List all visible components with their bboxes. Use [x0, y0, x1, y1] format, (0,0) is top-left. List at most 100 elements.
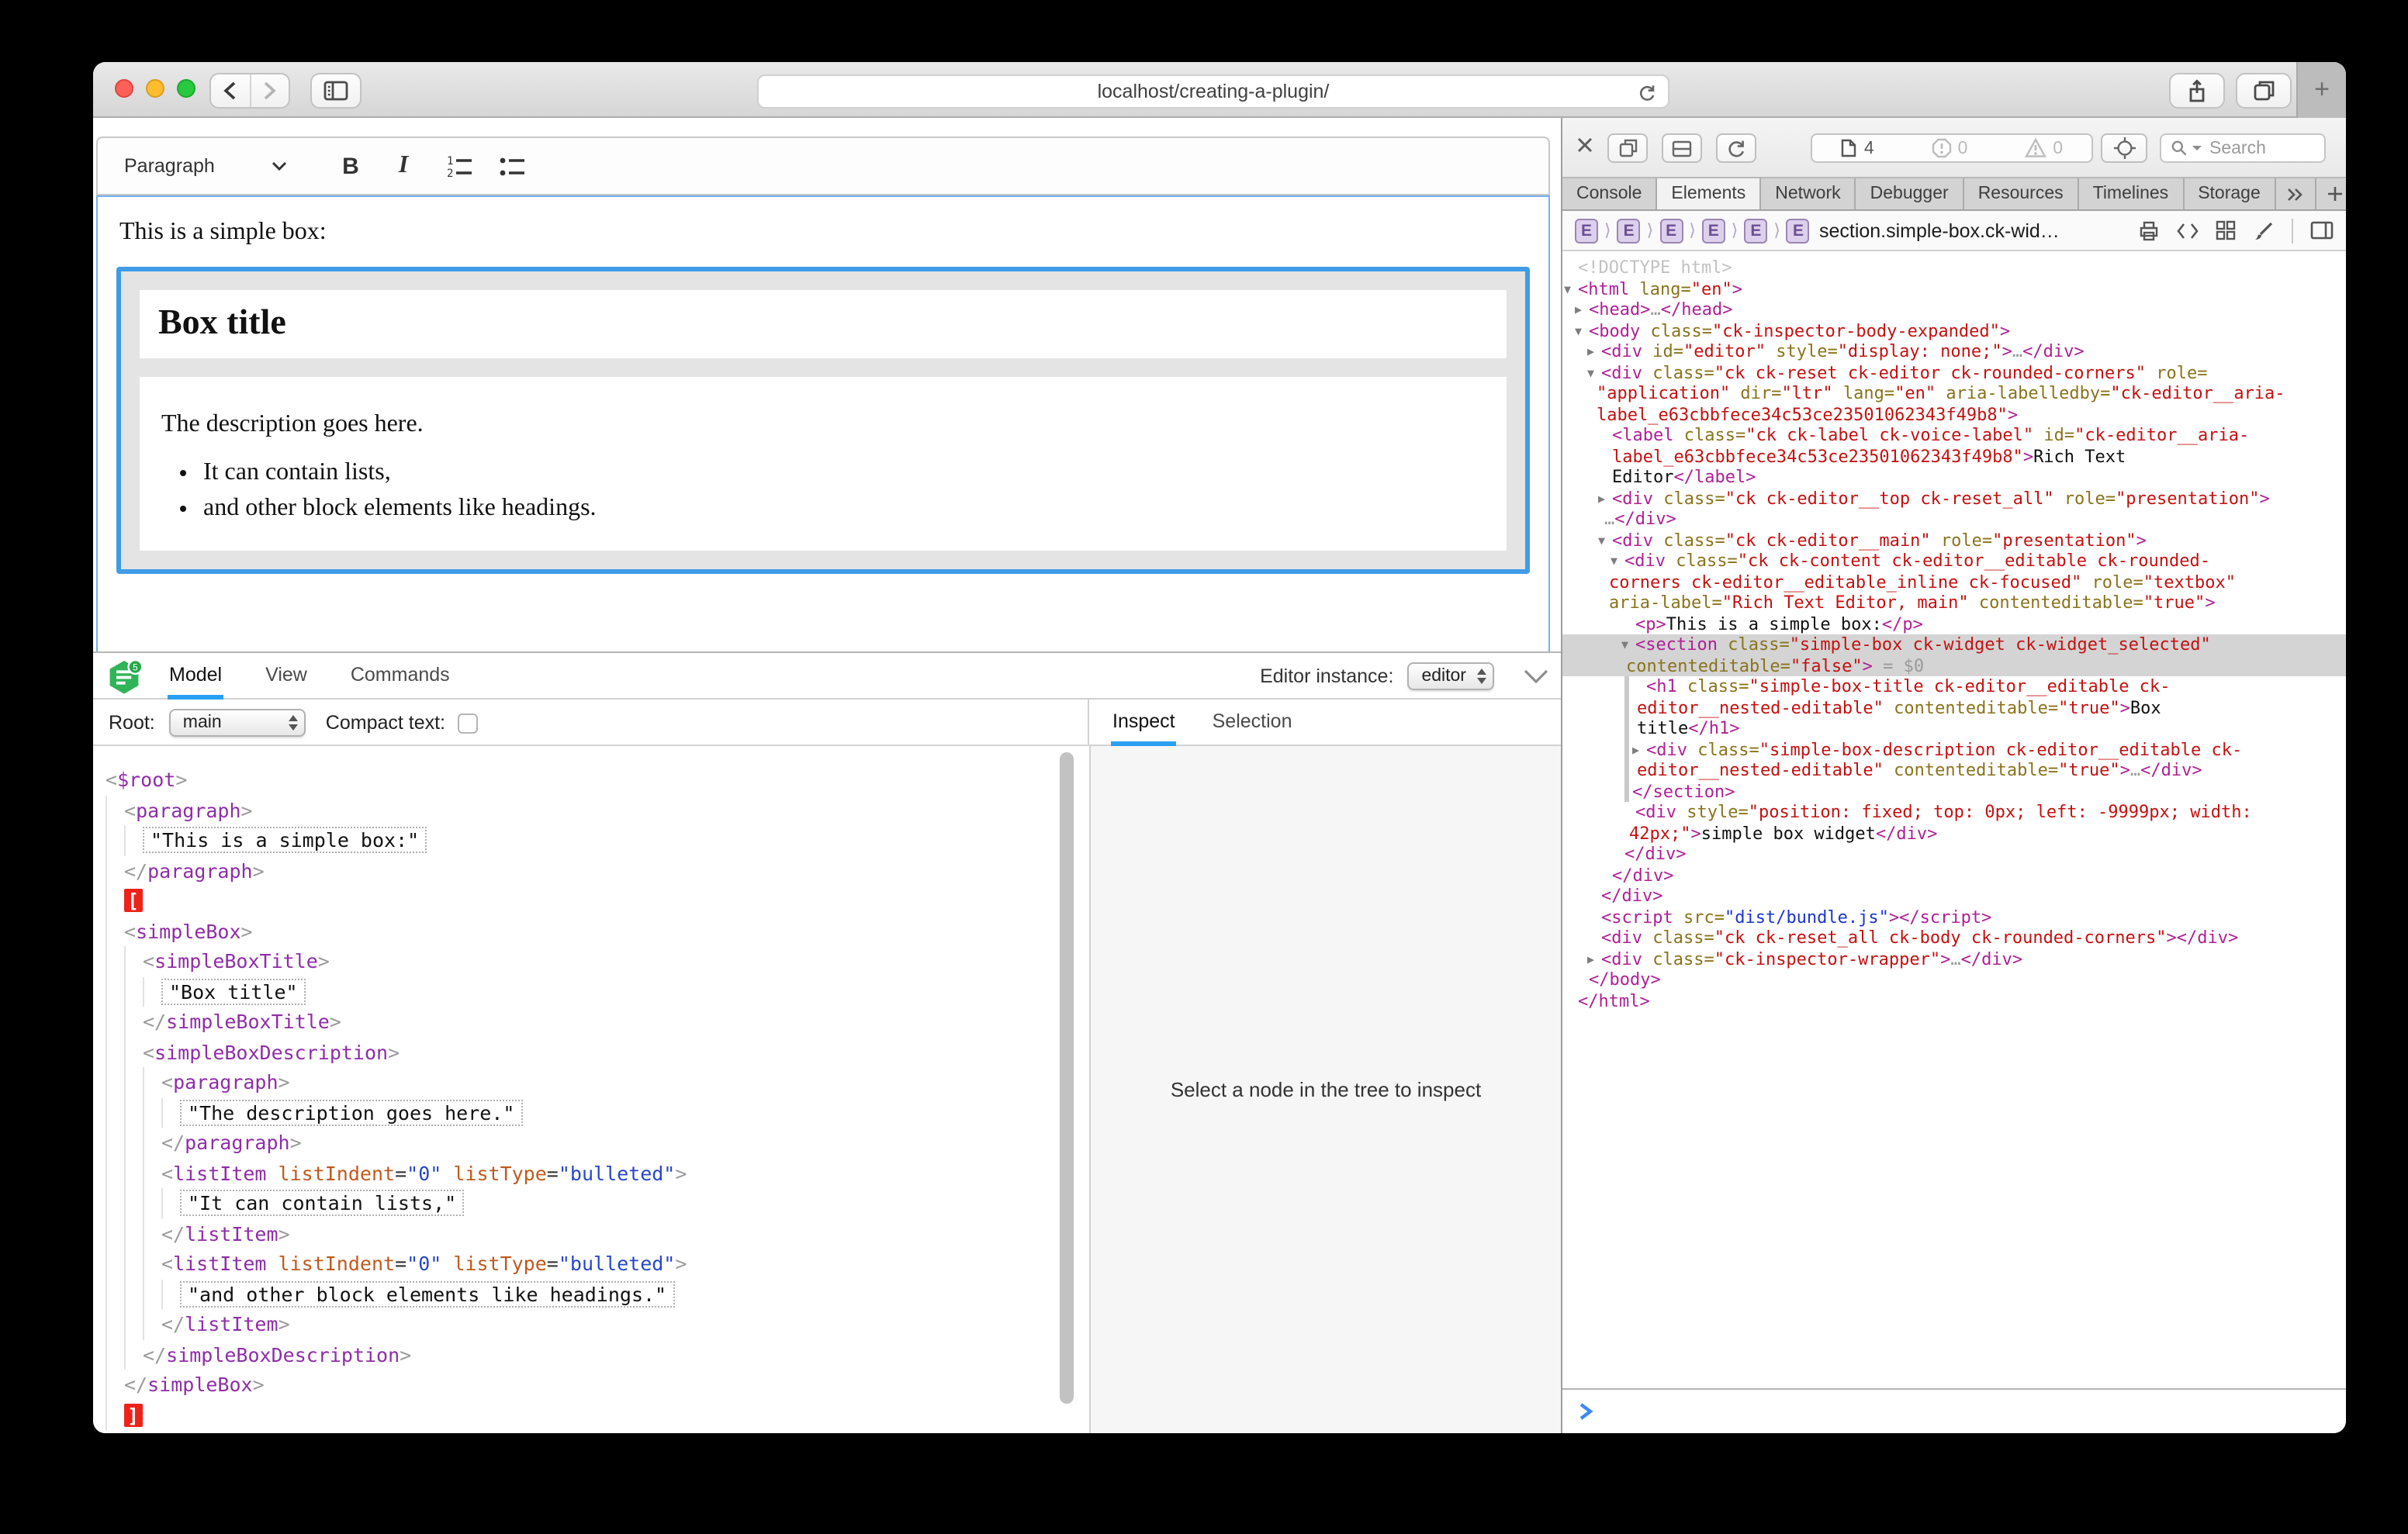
- model-tree-line[interactable]: <simpleBoxTitle>: [106, 946, 1089, 976]
- duplicate-button[interactable]: [1607, 133, 1648, 163]
- code-line[interactable]: title</h1>: [1562, 718, 2346, 739]
- model-tree-line[interactable]: </listItem>: [106, 1309, 1089, 1339]
- model-tree-line[interactable]: </paragraph>: [106, 855, 1089, 886]
- collapse-chevron-icon[interactable]: [1524, 669, 1548, 684]
- source-code-icon[interactable]: [2177, 221, 2199, 240]
- code-line[interactable]: <p>This is a simple box:</p>: [1562, 613, 2346, 634]
- devtools-tab-timelines[interactable]: Timelines: [2079, 178, 2185, 209]
- description-paragraph[interactable]: The description goes here.: [161, 411, 1485, 439]
- model-tree-line[interactable]: </simpleBoxTitle>: [106, 1007, 1089, 1037]
- code-line[interactable]: <script src="dist/bundle.js"></script>: [1562, 907, 2346, 928]
- model-tree-line[interactable]: "It can contain lists,": [106, 1188, 1089, 1218]
- model-tree-line[interactable]: <paragraph>: [106, 795, 1089, 825]
- add-tab-button[interactable]: [2316, 178, 2346, 209]
- code-line[interactable]: aria-label="Rich Text Editor, main" cont…: [1562, 593, 2346, 613]
- code-line[interactable]: ▼<body class="ck-inspector-body-expanded…: [1562, 320, 2346, 341]
- new-tab-button[interactable]: +: [2296, 62, 2346, 118]
- code-line[interactable]: </div>: [1562, 844, 2346, 865]
- grid-view-icon[interactable]: [2216, 220, 2236, 240]
- list-item[interactable]: and other block elements like headings.: [203, 495, 1485, 523]
- model-tree-line[interactable]: "This is a simple box:": [106, 825, 1089, 855]
- tree-scrollbar[interactable]: [1060, 752, 1074, 1404]
- tab-selection[interactable]: Selection: [1211, 700, 1294, 746]
- code-line[interactable]: contenteditable="false"> = $0: [1562, 655, 2346, 676]
- root-select[interactable]: main: [169, 709, 306, 737]
- intro-paragraph[interactable]: This is a simple box:: [119, 219, 1548, 247]
- code-line[interactable]: </section>: [1562, 781, 2346, 802]
- model-tree-line[interactable]: </paragraph>: [106, 1128, 1089, 1158]
- devtools-tab-storage[interactable]: Storage: [2184, 178, 2276, 209]
- code-line[interactable]: ▶<div class="simple-box-description ck-e…: [1562, 739, 2346, 760]
- url-field[interactable]: localhost/creating-a-plugin/: [757, 74, 1669, 109]
- model-tree-line[interactable]: "The description goes here.": [106, 1097, 1089, 1128]
- model-tree-line[interactable]: <$root>: [106, 765, 1089, 795]
- code-line[interactable]: ▶<div class="ck ck-editor__top ck-reset_…: [1562, 488, 2346, 509]
- code-line[interactable]: ▼<div class="ck ck-reset ck-editor ck-ro…: [1562, 362, 2346, 383]
- model-tree-line[interactable]: <listItem listIndent="0" listType="bulle…: [106, 1158, 1089, 1188]
- devtools-close-button[interactable]: [1575, 135, 1595, 155]
- code-line[interactable]: <h1 class="simple-box-title ck-editor__e…: [1562, 676, 2346, 697]
- code-line[interactable]: editor__nested-editable" contenteditable…: [1562, 697, 2346, 718]
- model-tree-line[interactable]: </listItem>: [106, 1218, 1089, 1249]
- tab-commands[interactable]: Commands: [349, 653, 452, 700]
- model-tree-line[interactable]: [: [106, 886, 1089, 916]
- code-line[interactable]: <!DOCTYPE html>: [1562, 257, 2346, 278]
- code-line[interactable]: </div>: [1562, 865, 2346, 886]
- model-tree-line[interactable]: <paragraph>: [106, 1067, 1089, 1097]
- code-line[interactable]: Editor</label>: [1562, 467, 2346, 488]
- model-tree-line[interactable]: ]: [106, 1400, 1089, 1430]
- code-line[interactable]: …</div>: [1562, 509, 2346, 530]
- model-tree-line[interactable]: </simpleBoxDescription>: [106, 1339, 1089, 1370]
- tab-overview-button[interactable]: [2236, 73, 2292, 109]
- print-icon[interactable]: [2138, 219, 2160, 241]
- breadcrumb-item[interactable]: E: [1575, 218, 1598, 243]
- model-tree-line[interactable]: "and other block elements like headings.…: [106, 1279, 1089, 1309]
- warning-count-badge[interactable]: 0: [2025, 138, 2063, 158]
- breadcrumb-item[interactable]: E: [1702, 218, 1725, 243]
- style-brush-icon[interactable]: [2253, 219, 2275, 241]
- code-line[interactable]: "application" dir="ltr" lang="en" aria-l…: [1562, 383, 2346, 404]
- bulleted-list-button[interactable]: [489, 146, 535, 186]
- model-tree-line[interactable]: <listItem listIndent="0" listType="bulle…: [106, 1249, 1089, 1279]
- editor-instance-select[interactable]: editor: [1407, 662, 1494, 690]
- breadcrumb-item[interactable]: E: [1787, 218, 1810, 243]
- model-tree-line[interactable]: </$root>: [106, 1430, 1089, 1433]
- forward-button[interactable]: [250, 74, 289, 107]
- error-count-badge[interactable]: 0: [1932, 138, 1968, 158]
- devtools-tab-debugger[interactable]: Debugger: [1856, 178, 1964, 209]
- paragraph-dropdown[interactable]: Paragraph: [118, 146, 299, 186]
- dock-side-button[interactable]: [1662, 133, 1702, 163]
- tab-view[interactable]: View: [264, 653, 309, 700]
- code-line[interactable]: </body>: [1562, 969, 2346, 990]
- breadcrumb-item[interactable]: E: [1617, 218, 1641, 243]
- element-picker-button[interactable]: [2101, 133, 2147, 163]
- code-line[interactable]: <div class="ck ck-reset_all ck-body ck-r…: [1562, 928, 2346, 948]
- code-line[interactable]: ▼<html lang="en">: [1562, 278, 2346, 299]
- code-line[interactable]: ▼<div class="ck ck-content ck-editor__ed…: [1562, 551, 2346, 572]
- bold-button[interactable]: B: [327, 146, 374, 186]
- code-line[interactable]: <label class="ck ck-label ck-voice-label…: [1562, 425, 2346, 446]
- list-item[interactable]: It can contain lists,: [203, 459, 1485, 487]
- code-line[interactable]: ▶<div id="editor" style="display: none;"…: [1562, 341, 2346, 362]
- overflow-tabs-button[interactable]: [2276, 178, 2316, 209]
- share-button[interactable]: [2169, 73, 2225, 109]
- page-count-badge[interactable]: 4: [1841, 138, 1874, 158]
- sidebar-toggle-button[interactable]: [310, 73, 362, 109]
- code-line[interactable]: ▼<div class="ck ck-editor__main" role="p…: [1562, 530, 2346, 551]
- quick-console[interactable]: [1562, 1388, 2346, 1433]
- reload-icon[interactable]: [1637, 82, 1657, 104]
- devtools-tab-resources[interactable]: Resources: [1964, 178, 2079, 209]
- devtools-tab-elements[interactable]: Elements: [1657, 178, 1761, 209]
- breadcrumb-selector[interactable]: section.simple-box.ck-wid…: [1819, 219, 2060, 241]
- compact-text-checkbox[interactable]: [458, 713, 478, 733]
- devtools-search-field[interactable]: Search: [2160, 133, 2326, 163]
- code-line[interactable]: ▼<section class="simple-box ck-widget ck…: [1562, 634, 2346, 655]
- minimize-window-button[interactable]: [146, 79, 164, 98]
- code-line[interactable]: </div>: [1562, 886, 2346, 907]
- box-description[interactable]: The description goes here. It can contai…: [140, 377, 1507, 551]
- code-line[interactable]: ▶<head>…</head>: [1562, 299, 2346, 320]
- breadcrumb-item[interactable]: E: [1744, 218, 1767, 243]
- back-button[interactable]: [211, 74, 250, 107]
- devtools-tab-console[interactable]: Console: [1562, 178, 1657, 209]
- model-tree-line[interactable]: "Box title": [106, 976, 1089, 1007]
